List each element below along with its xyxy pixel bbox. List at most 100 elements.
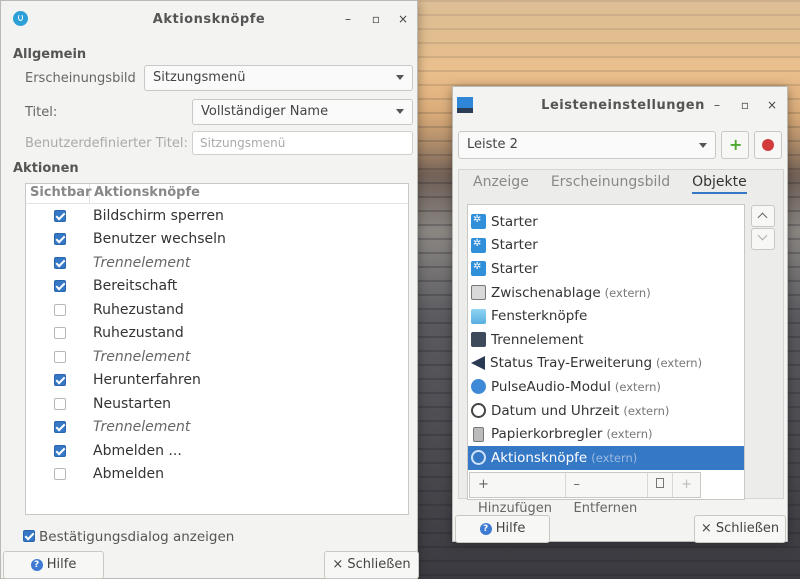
add-item-button[interactable]: + Hinzufügen bbox=[470, 473, 566, 516]
table-row[interactable]: Abmelden bbox=[26, 463, 408, 487]
table-row[interactable]: Bereitschaft bbox=[26, 275, 408, 299]
confirm-checkbox[interactable] bbox=[23, 530, 35, 542]
action-label: Ruhezustand bbox=[93, 301, 184, 318]
help-label: Hilfe bbox=[46, 557, 77, 572]
visible-checkbox[interactable] bbox=[54, 327, 66, 340]
list-item[interactable]: Fensterknöpfe bbox=[468, 304, 744, 328]
custom-title-label: Benutzerdefinierter Titel: bbox=[25, 136, 188, 151]
tab-items[interactable]: Objekte bbox=[692, 174, 747, 194]
tray-icon bbox=[471, 356, 485, 371]
minimize-button[interactable]: – bbox=[338, 9, 358, 29]
item-extern-tag: (extern) bbox=[623, 403, 670, 418]
list-item[interactable]: Trennelement bbox=[468, 328, 744, 352]
table-row[interactable]: Ruhezustand bbox=[26, 298, 408, 322]
table-row[interactable]: Trennelement bbox=[26, 416, 408, 440]
item-label: Papierkorbregler bbox=[491, 426, 603, 443]
close-button[interactable]: × bbox=[393, 9, 413, 29]
items-list[interactable]: StarterStarterStarterZwischenablage(exte… bbox=[467, 204, 745, 500]
visible-checkbox[interactable] bbox=[54, 350, 66, 363]
list-item[interactable]: Starter bbox=[468, 257, 744, 281]
trash-icon bbox=[473, 426, 484, 442]
title-value: Vollständiger Name bbox=[201, 104, 329, 119]
remove-item-label: Entfernen bbox=[573, 501, 638, 516]
panel-settings-window: Leisteneinstellungen – ▫ × Leiste 2 + An… bbox=[452, 86, 788, 543]
column-visible[interactable]: Sichtbar bbox=[26, 184, 91, 203]
column-action-buttons[interactable]: Aktionsknöpfe bbox=[90, 184, 204, 203]
list-item[interactable]: Datum und Uhrzeit (extern) bbox=[468, 399, 744, 423]
visible-checkbox[interactable] bbox=[54, 280, 66, 293]
visible-checkbox[interactable] bbox=[54, 468, 66, 481]
tab-appearance[interactable]: Erscheinungsbild bbox=[551, 174, 670, 194]
minimize-button[interactable]: – bbox=[707, 95, 727, 115]
visible-checkbox[interactable] bbox=[54, 421, 66, 434]
visible-checkbox[interactable] bbox=[54, 209, 66, 222]
appearance-value: Sitzungsmenü bbox=[153, 70, 246, 85]
visible-checkbox[interactable] bbox=[54, 444, 66, 457]
list-item[interactable]: Aktionsknöpfe (extern) bbox=[468, 445, 744, 470]
panel-select[interactable]: Leiste 2 bbox=[458, 131, 716, 159]
close-label: Schließen bbox=[347, 557, 411, 572]
item-extern-tag: (extern) bbox=[656, 356, 703, 371]
action-buttons-icon bbox=[471, 450, 486, 466]
help-button[interactable]: ? Hilfe bbox=[3, 551, 104, 579]
action-label: Trennelement bbox=[93, 419, 191, 436]
maximize-button[interactable]: ▫ bbox=[366, 9, 386, 29]
panel-icon bbox=[457, 97, 473, 113]
help-button[interactable]: ? Hilfe bbox=[455, 515, 550, 543]
item-extern-tag: (extern) bbox=[604, 285, 651, 300]
item-about-button[interactable]: + bbox=[673, 473, 700, 497]
visible-checkbox[interactable] bbox=[54, 397, 66, 410]
action-label: Bildschirm sperren bbox=[93, 207, 224, 224]
close-dialog-button[interactable]: × Schließen bbox=[694, 515, 786, 543]
help-label: Hilfe bbox=[495, 521, 526, 536]
move-down-button[interactable] bbox=[751, 228, 775, 250]
action-label: Benutzer wechseln bbox=[93, 231, 226, 248]
panel-select-value: Leiste 2 bbox=[467, 137, 518, 152]
action-label: Neustarten bbox=[93, 395, 172, 412]
action-label: Abmelden ... bbox=[93, 442, 182, 459]
visible-checkbox[interactable] bbox=[54, 256, 66, 269]
custom-title-input[interactable]: Sitzungsmenü bbox=[192, 131, 413, 155]
table-body: Bildschirm sperren Benutzer wechseln Trenn… bbox=[26, 204, 408, 486]
table-row[interactable]: Ruhezustand bbox=[26, 322, 408, 346]
visible-checkbox[interactable] bbox=[54, 303, 66, 316]
remove-item-button[interactable]: – Entfernen bbox=[566, 473, 649, 516]
item-properties-button[interactable] bbox=[648, 473, 674, 497]
table-row[interactable]: Abmelden ... bbox=[26, 439, 408, 463]
add-panel-button[interactable]: + bbox=[721, 131, 749, 159]
table-row[interactable]: Trennelement bbox=[26, 251, 408, 275]
table-row[interactable]: Bildschirm sperren bbox=[26, 204, 408, 228]
chevron-down-icon bbox=[396, 75, 404, 80]
item-label: Starter bbox=[491, 213, 538, 230]
move-up-button[interactable] bbox=[751, 205, 775, 227]
visible-checkbox[interactable] bbox=[54, 374, 66, 387]
item-extern-tag: (extern) bbox=[591, 450, 638, 465]
list-item[interactable]: Starter bbox=[468, 234, 744, 258]
tab-bar: Anzeige Erscheinungsbild Objekte bbox=[473, 174, 769, 194]
item-label: Aktionsknöpfe bbox=[491, 449, 588, 466]
item-label: Zwischenablage bbox=[491, 284, 601, 301]
table-row[interactable]: Neustarten bbox=[26, 392, 408, 416]
plus-small-icon: + bbox=[681, 477, 692, 492]
tab-display[interactable]: Anzeige bbox=[473, 174, 529, 194]
list-item[interactable]: PulseAudio-Modul (extern) bbox=[468, 375, 744, 399]
appearance-combo[interactable]: Sitzungsmenü bbox=[144, 65, 413, 91]
remove-panel-button[interactable] bbox=[754, 131, 782, 159]
title-combo[interactable]: Vollständiger Name bbox=[192, 99, 413, 125]
confirm-dialog-option[interactable]: Bestätigungsdialog anzeigen bbox=[23, 529, 273, 545]
table-row[interactable]: Benutzer wechseln bbox=[26, 228, 408, 252]
close-button[interactable]: × bbox=[762, 95, 782, 115]
list-item[interactable]: Starter bbox=[468, 210, 744, 234]
starter-icon bbox=[471, 237, 486, 253]
table-row[interactable]: Herunterfahren bbox=[26, 369, 408, 393]
list-item[interactable]: Zwischenablage (extern) bbox=[468, 281, 744, 305]
table-row[interactable]: Trennelement bbox=[26, 345, 408, 369]
close-x-icon: × bbox=[332, 557, 344, 572]
actions-table[interactable]: Sichtbar Aktionsknöpfe Bildschirm sperre… bbox=[25, 183, 409, 515]
list-item[interactable]: Status Tray-Erweiterung (extern) bbox=[468, 352, 744, 376]
close-dialog-button[interactable]: × Schließen bbox=[324, 551, 419, 579]
maximize-button[interactable]: ▫ bbox=[735, 95, 755, 115]
window-buttons-icon bbox=[471, 308, 486, 324]
visible-checkbox[interactable] bbox=[54, 233, 66, 246]
list-item[interactable]: Papierkorbregler (extern) bbox=[468, 422, 744, 446]
